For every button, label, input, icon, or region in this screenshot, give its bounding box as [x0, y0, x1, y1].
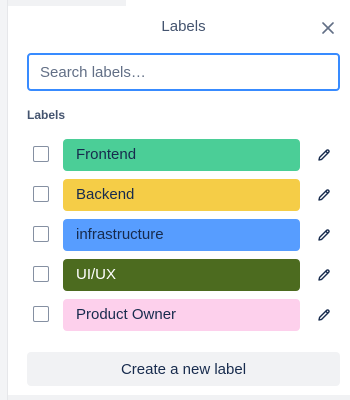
popover-title: Labels — [161, 18, 206, 35]
label-chip[interactable]: Product Owner — [63, 299, 300, 331]
label-chip[interactable]: UI/UX — [63, 259, 300, 291]
pencil-icon — [318, 269, 330, 281]
create-new-label-button[interactable]: Create a new label — [27, 352, 340, 386]
labels-popover-screen: Labels Labels Frontend Backend infrastruct… — [0, 0, 350, 400]
label-chip[interactable]: Frontend — [63, 139, 300, 171]
label-row: Backend — [27, 179, 350, 211]
label-checkbox[interactable] — [33, 146, 49, 162]
labels-section-heading: Labels — [27, 108, 66, 122]
label-checkbox[interactable] — [33, 186, 49, 202]
label-chip[interactable]: Backend — [63, 179, 300, 211]
label-checkbox[interactable] — [33, 306, 49, 322]
labels-popover: Labels Labels Frontend Backend infrastruct… — [17, 0, 350, 395]
close-button[interactable] — [316, 16, 340, 40]
popover-header: Labels — [17, 14, 350, 42]
label-row: infrastructure — [27, 219, 350, 251]
pencil-icon — [318, 189, 330, 201]
label-checkbox[interactable] — [33, 266, 49, 282]
background-panel-edge — [0, 0, 8, 400]
label-checkbox[interactable] — [33, 226, 49, 242]
pencil-icon — [318, 309, 330, 321]
label-row: Product Owner — [27, 299, 350, 331]
edit-label-button[interactable] — [312, 223, 336, 247]
edit-label-button[interactable] — [312, 183, 336, 207]
edit-label-button[interactable] — [312, 143, 336, 167]
edit-label-button[interactable] — [312, 263, 336, 287]
close-icon — [322, 22, 334, 34]
pencil-icon — [318, 229, 330, 241]
label-list: Frontend Backend infrastructure UI/UX Produc… — [27, 139, 350, 339]
pencil-icon — [318, 149, 330, 161]
search-labels-input[interactable] — [27, 53, 340, 91]
label-row: Frontend — [27, 139, 350, 171]
label-row: UI/UX — [27, 259, 350, 291]
background-panel-bottom — [8, 395, 350, 400]
edit-label-button[interactable] — [312, 303, 336, 327]
label-chip[interactable]: infrastructure — [63, 219, 300, 251]
